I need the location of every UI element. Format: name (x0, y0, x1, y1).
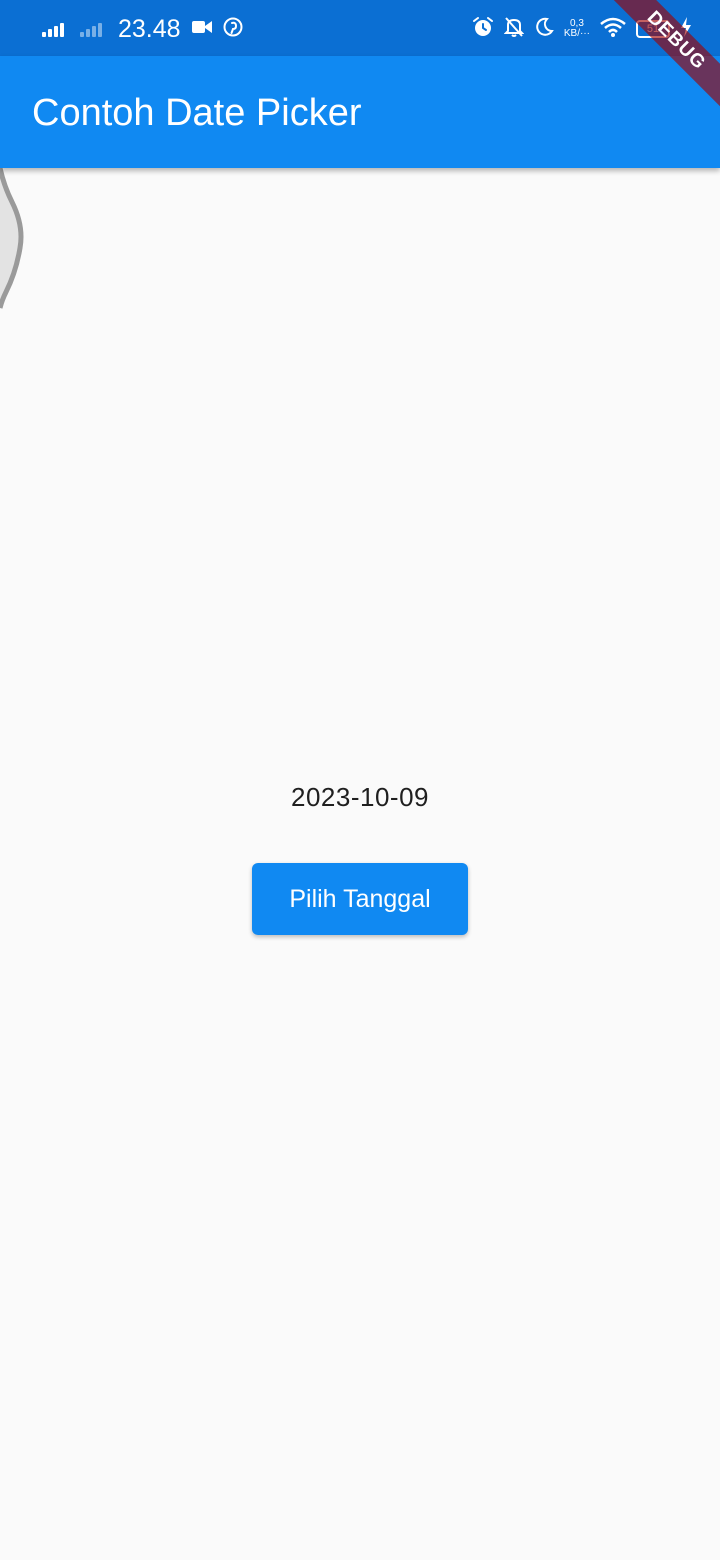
app-screen: 23.48 0,3 KB/··· 51 DEBUG Contoh Date Pi… (0, 0, 720, 1560)
alarm-icon (472, 16, 494, 42)
status-bar: 23.48 0,3 KB/··· 51 (0, 0, 720, 56)
status-time: 23.48 (118, 15, 181, 43)
notifications-off-icon (503, 16, 525, 42)
page-title: Contoh Date Picker (32, 92, 362, 134)
do-not-disturb-moon-icon (534, 17, 554, 41)
battery-level: 51 (646, 23, 660, 35)
video-call-icon (191, 18, 213, 40)
pinterest-icon (223, 17, 243, 41)
app-bar: Contoh Date Picker (0, 56, 720, 168)
charging-bolt-icon (680, 17, 692, 41)
signal-icon (40, 19, 68, 39)
status-bar-left: 23.48 (40, 14, 243, 44)
status-bar-right: 0,3 KB/··· 51 (472, 14, 692, 44)
battery-icon: 51 (636, 20, 670, 38)
main-content: 2023-10-09 Pilih Tanggal (0, 168, 720, 1560)
signal-weak-icon (78, 19, 106, 39)
selected-date-text: 2023-10-09 (291, 782, 429, 812)
overscroll-edge-glow (0, 168, 24, 309)
network-speed-unit: KB/··· (563, 28, 590, 39)
network-speed: 0,3 KB/··· (564, 19, 590, 39)
pick-date-button[interactable]: Pilih Tanggal (252, 863, 468, 935)
wifi-icon (600, 17, 626, 41)
